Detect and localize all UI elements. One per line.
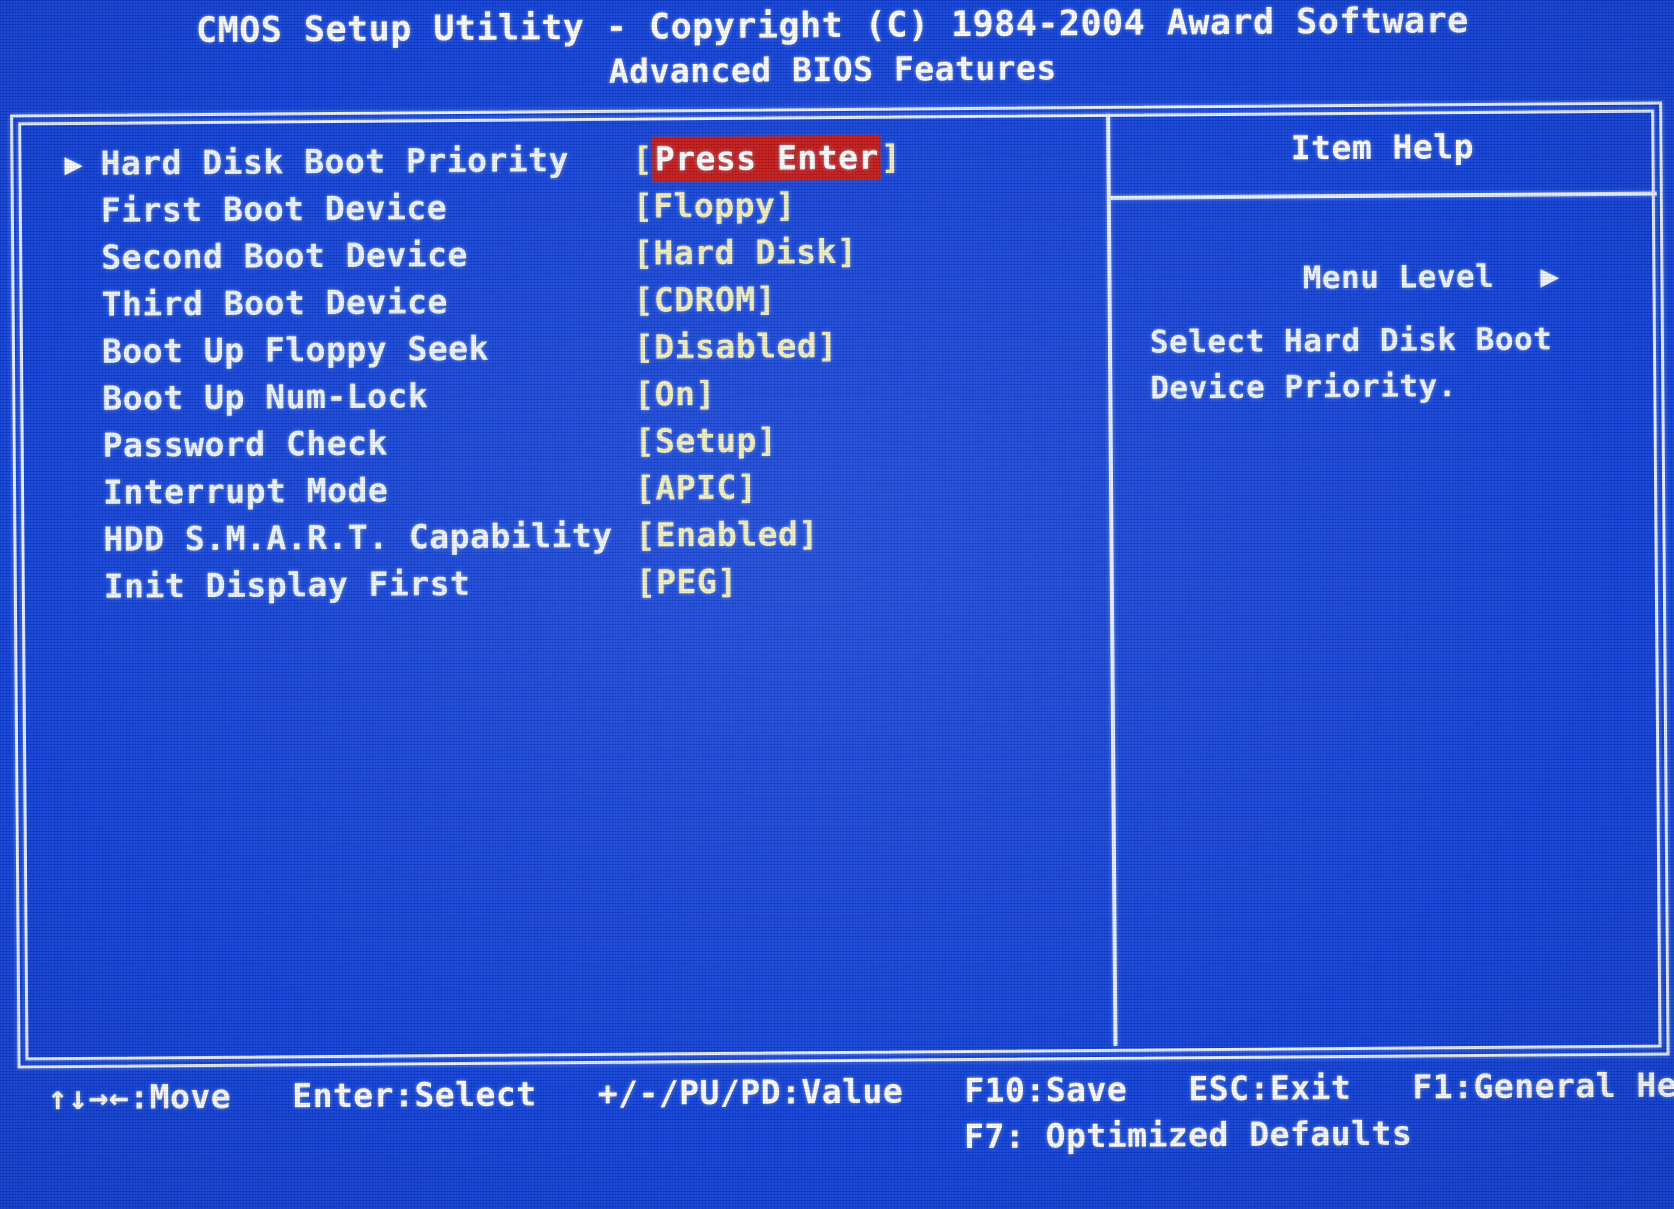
item-help-title: Item Help <box>1290 126 1475 168</box>
value-text: PEG <box>656 561 718 602</box>
value-close-bracket: ] <box>817 326 838 366</box>
item-help-description: Select Hard Disk Boot Device Priority. <box>1149 321 1553 407</box>
value-text: Enabled <box>655 514 799 555</box>
setting-row[interactable]: Interrupt Mode [APIC] <box>59 465 1089 520</box>
setting-value[interactable]: [APIC] <box>635 468 758 508</box>
setting-label: Boot Up Floppy Seek <box>101 328 490 371</box>
setting-label: Second Boot Device <box>101 234 469 277</box>
value-open-bracket: [ <box>634 468 656 508</box>
status-bar-keys-line2: F7: Optimized Defaults <box>964 1113 1413 1157</box>
value-open-bracket: [ <box>634 421 656 461</box>
setting-row[interactable]: Boot Up Floppy Seek [Disabled] <box>58 324 1088 379</box>
value-close-bracket: ] <box>880 137 902 177</box>
setting-row[interactable]: First Boot Device [Floppy] <box>57 183 1087 238</box>
setting-row[interactable]: Password Check [Setup] <box>59 418 1089 473</box>
setting-value[interactable]: [Hard Disk] <box>633 232 857 273</box>
setting-label: First Boot Device <box>100 188 448 230</box>
setting-label: Third Boot Device <box>101 282 449 324</box>
value-open-bracket: [ <box>632 186 654 226</box>
bios-screen: CMOS Setup Utility - Copyright (C) 1984-… <box>0 0 1674 1209</box>
value-close-bracket: ] <box>756 420 778 460</box>
page-subtitle: Advanced BIOS Features <box>608 48 1057 91</box>
value-text: Hard Disk <box>653 232 838 273</box>
value-open-bracket: [ <box>632 139 654 179</box>
value-close-bracket: ] <box>836 231 858 272</box>
screen-header: CMOS Setup Utility - Copyright (C) 1984-… <box>0 0 1669 91</box>
menu-level-arrow-icon: ▶ <box>1540 258 1560 295</box>
crt-photograph: CMOS Setup Utility - Copyright (C) 1984-… <box>0 0 1674 1209</box>
setting-label: Password Check <box>102 423 389 465</box>
value-text: On <box>654 374 696 414</box>
value-open-bracket: [ <box>633 233 654 273</box>
status-bar-keys-line1: ↑↓→←:Move Enter:Select +/-/PU/PD:Value F… <box>47 1065 1674 1118</box>
setting-value[interactable]: [Setup] <box>635 420 778 460</box>
value-open-bracket: [ <box>635 515 656 555</box>
setting-value[interactable]: [Floppy] <box>633 185 796 225</box>
setting-row[interactable]: Init Display First [PEG] <box>60 559 1090 614</box>
value-open-bracket: [ <box>633 280 655 320</box>
setting-row[interactable]: Third Boot Device [CDROM] <box>57 277 1087 332</box>
value-close-bracket: ] <box>798 514 819 554</box>
setting-label: Init Display First <box>103 563 471 606</box>
value-open-bracket: [ <box>635 562 657 602</box>
setting-value[interactable]: [Enabled] <box>635 514 819 554</box>
value-text: CDROM <box>653 279 756 320</box>
value-text: Disabled <box>654 326 818 367</box>
submenu-arrow-icon: ▶ <box>64 146 84 183</box>
setting-row[interactable]: Boot Up Num-Lock [On] <box>58 371 1088 426</box>
value-text: APIC <box>655 467 738 508</box>
value-open-bracket: [ <box>633 327 655 367</box>
setting-value[interactable]: [Disabled] <box>634 326 838 367</box>
setting-row[interactable]: HDD S.M.A.R.T. Capability [Enabled] <box>59 512 1089 567</box>
setting-value[interactable]: [CDROM] <box>633 279 776 319</box>
value-close-bracket: ] <box>736 467 758 507</box>
settings-list: ▶ Hard Disk Boot Priority [Press Enter] Fir… <box>56 135 1090 614</box>
setting-row[interactable]: Second Boot Device [Hard Disk] <box>57 230 1087 285</box>
setting-label: Interrupt Mode <box>102 470 389 512</box>
menu-level-label: Menu Level <box>1302 258 1495 297</box>
setting-value[interactable]: [PEG] <box>636 562 738 602</box>
setting-value[interactable]: [Press Enter] <box>632 135 902 182</box>
value-open-bracket: [ <box>634 374 655 414</box>
value-close-bracket: ] <box>755 279 777 319</box>
value-close-bracket: ] <box>695 373 716 414</box>
setting-label: Boot Up Num-Lock <box>102 376 429 418</box>
value-text: Setup <box>654 420 758 461</box>
value-close-bracket: ] <box>717 561 738 601</box>
setting-label: Hard Disk Boot Priority <box>100 140 570 183</box>
setting-row[interactable]: ▶ Hard Disk Boot Priority [Press Enter] <box>56 135 1086 191</box>
value-text: Floppy <box>653 185 776 226</box>
setting-label: HDD S.M.A.R.T. Capability <box>103 515 613 559</box>
setting-value[interactable]: [On] <box>634 374 716 414</box>
value-text: Press Enter <box>652 135 882 182</box>
value-close-bracket: ] <box>775 185 796 225</box>
